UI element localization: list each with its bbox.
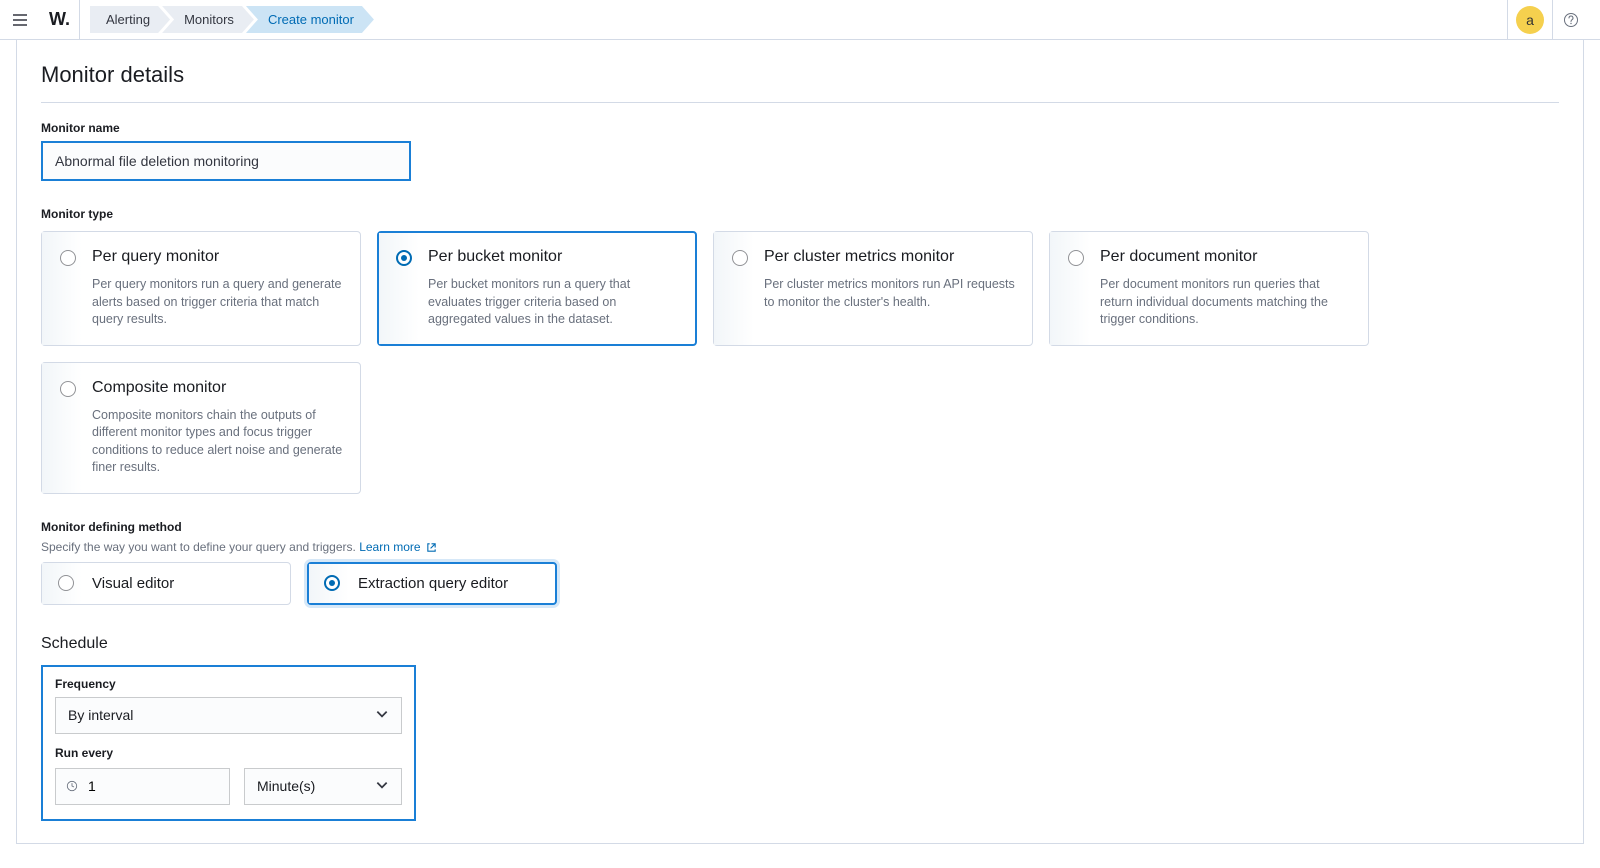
monitor-type-label: Monitor type bbox=[41, 207, 1559, 221]
monitor-name-input[interactable] bbox=[41, 141, 411, 181]
type-title: Per query monitor bbox=[92, 248, 344, 266]
avatar[interactable]: a bbox=[1516, 6, 1544, 34]
help-button[interactable] bbox=[1552, 0, 1588, 39]
radio-off-icon bbox=[60, 381, 76, 397]
logo[interactable]: W. bbox=[40, 0, 80, 39]
method-help: Specify the way you want to define your … bbox=[41, 540, 1559, 554]
monitor-details-panel: Monitor details Monitor name Monitor typ… bbox=[16, 40, 1584, 844]
interval-input-wrapper[interactable] bbox=[55, 768, 230, 805]
type-card-per-query[interactable]: Per query monitor Per query monitors run… bbox=[41, 231, 361, 346]
method-label: Monitor defining method bbox=[41, 520, 1559, 534]
breadcrumb: Alerting Monitors Create monitor bbox=[90, 6, 374, 33]
breadcrumb-monitors[interactable]: Monitors bbox=[162, 6, 254, 33]
run-every-label: Run every bbox=[55, 746, 402, 760]
type-desc: Per cluster metrics monitors run API req… bbox=[764, 276, 1016, 311]
help-icon bbox=[1563, 12, 1579, 28]
interval-input[interactable] bbox=[88, 778, 219, 794]
method-help-text: Specify the way you want to define your … bbox=[41, 540, 356, 554]
learn-more-link[interactable]: Learn more bbox=[359, 540, 437, 554]
monitor-type-grid: Per query monitor Per query monitors run… bbox=[41, 231, 1559, 494]
chevron-down-icon bbox=[375, 707, 389, 721]
hamburger-icon bbox=[12, 12, 28, 28]
type-title: Composite monitor bbox=[92, 379, 344, 397]
method-title: Extraction query editor bbox=[358, 575, 508, 592]
radio-on-icon bbox=[396, 250, 412, 266]
schedule-title: Schedule bbox=[41, 635, 1559, 653]
radio-off-icon bbox=[1068, 250, 1084, 266]
external-link-icon bbox=[426, 542, 437, 553]
frequency-label: Frequency bbox=[55, 677, 402, 691]
type-desc: Per query monitors run a query and gener… bbox=[92, 276, 344, 329]
type-card-composite[interactable]: Composite monitor Composite monitors cha… bbox=[41, 362, 361, 494]
monitor-name-label: Monitor name bbox=[41, 121, 1559, 135]
type-title: Per document monitor bbox=[1100, 248, 1352, 266]
interval-unit-value: Minute(s) bbox=[257, 778, 315, 794]
type-card-per-cluster[interactable]: Per cluster metrics monitor Per cluster … bbox=[713, 231, 1033, 346]
frequency-value: By interval bbox=[68, 707, 133, 723]
radio-off-icon bbox=[732, 250, 748, 266]
type-title: Per cluster metrics monitor bbox=[764, 248, 1016, 266]
menu-toggle[interactable] bbox=[0, 0, 40, 40]
type-card-per-bucket[interactable]: Per bucket monitor Per bucket monitors r… bbox=[377, 231, 697, 346]
breadcrumb-alerting[interactable]: Alerting bbox=[90, 6, 170, 33]
method-title: Visual editor bbox=[92, 575, 174, 592]
type-desc: Per document monitors run queries that r… bbox=[1100, 276, 1352, 329]
radio-on-icon bbox=[324, 575, 340, 591]
type-desc: Per bucket monitors run a query that eva… bbox=[428, 276, 680, 329]
method-card-visual-editor[interactable]: Visual editor bbox=[41, 562, 291, 605]
radio-off-icon bbox=[58, 575, 74, 591]
type-card-per-document[interactable]: Per document monitor Per document monito… bbox=[1049, 231, 1369, 346]
topbar: W. Alerting Monitors Create monitor a bbox=[0, 0, 1600, 40]
page-title: Monitor details bbox=[41, 62, 1559, 103]
breadcrumb-create-monitor[interactable]: Create monitor bbox=[246, 6, 374, 33]
radio-off-icon bbox=[60, 250, 76, 266]
chevron-down-icon bbox=[375, 778, 389, 792]
type-title: Per bucket monitor bbox=[428, 248, 680, 266]
type-desc: Composite monitors chain the outputs of … bbox=[92, 407, 344, 477]
frequency-select[interactable]: By interval bbox=[55, 697, 402, 734]
method-card-extraction-query[interactable]: Extraction query editor bbox=[307, 562, 557, 605]
clock-icon bbox=[66, 779, 78, 793]
interval-unit-select[interactable]: Minute(s) bbox=[244, 768, 402, 805]
schedule-box: Frequency By interval Run every Minute(s… bbox=[41, 665, 416, 821]
